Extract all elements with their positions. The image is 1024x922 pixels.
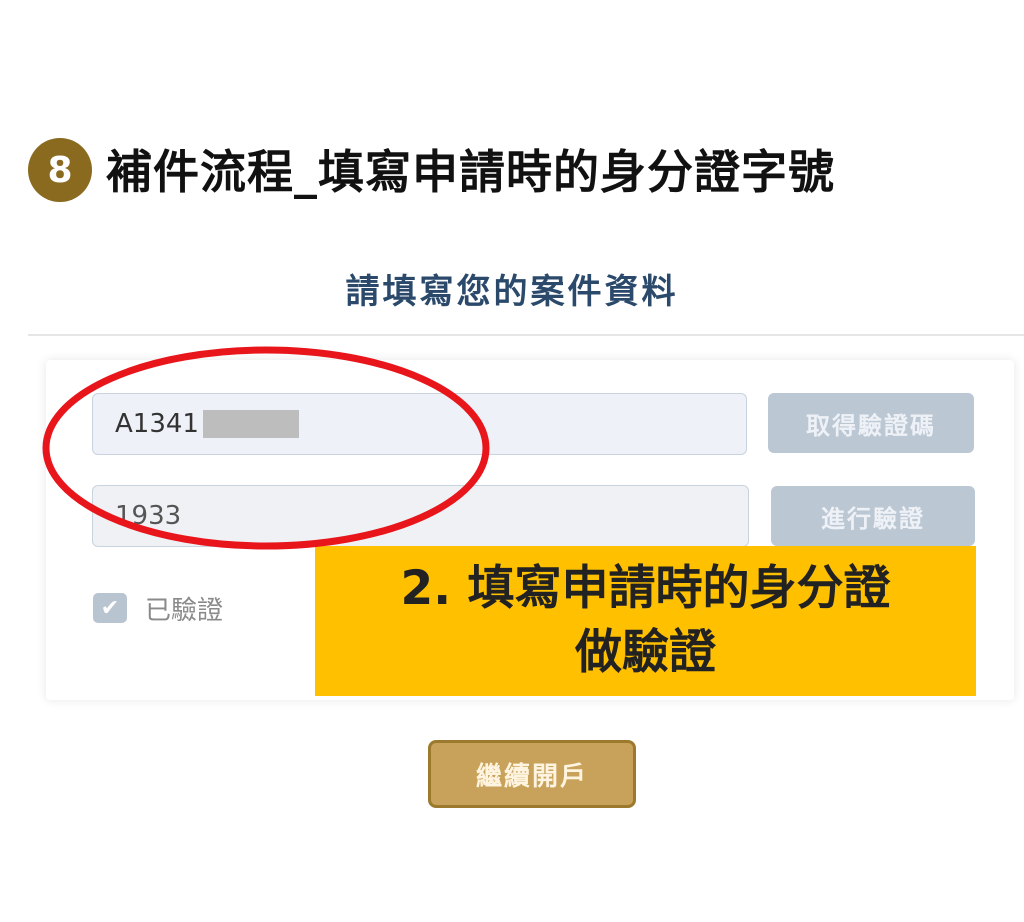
form-section-title: 請填寫您的案件資料 xyxy=(345,272,679,312)
verify-button[interactable]: 進行驗證 xyxy=(771,486,975,546)
verified-checkbox[interactable]: ✔ xyxy=(93,593,127,623)
section-divider xyxy=(28,334,1024,336)
highlight-circle xyxy=(42,346,490,550)
continue-account-opening-button[interactable]: 繼續開戶 xyxy=(428,740,636,808)
checkmark-icon: ✔ xyxy=(100,595,120,621)
callout-line-2: 做驗證 xyxy=(575,625,716,680)
callout-line-1: 2. 填寫申請時的身分證 xyxy=(400,561,891,616)
get-verification-code-button[interactable]: 取得驗證碼 xyxy=(768,393,974,453)
step-title: 補件流程_填寫申請時的身分證字號 xyxy=(106,145,835,199)
step-number-badge: 8 xyxy=(28,138,92,202)
instruction-callout: 2. 填寫申請時的身分證 做驗證 xyxy=(315,546,976,696)
verified-label: 已驗證 xyxy=(145,596,224,626)
